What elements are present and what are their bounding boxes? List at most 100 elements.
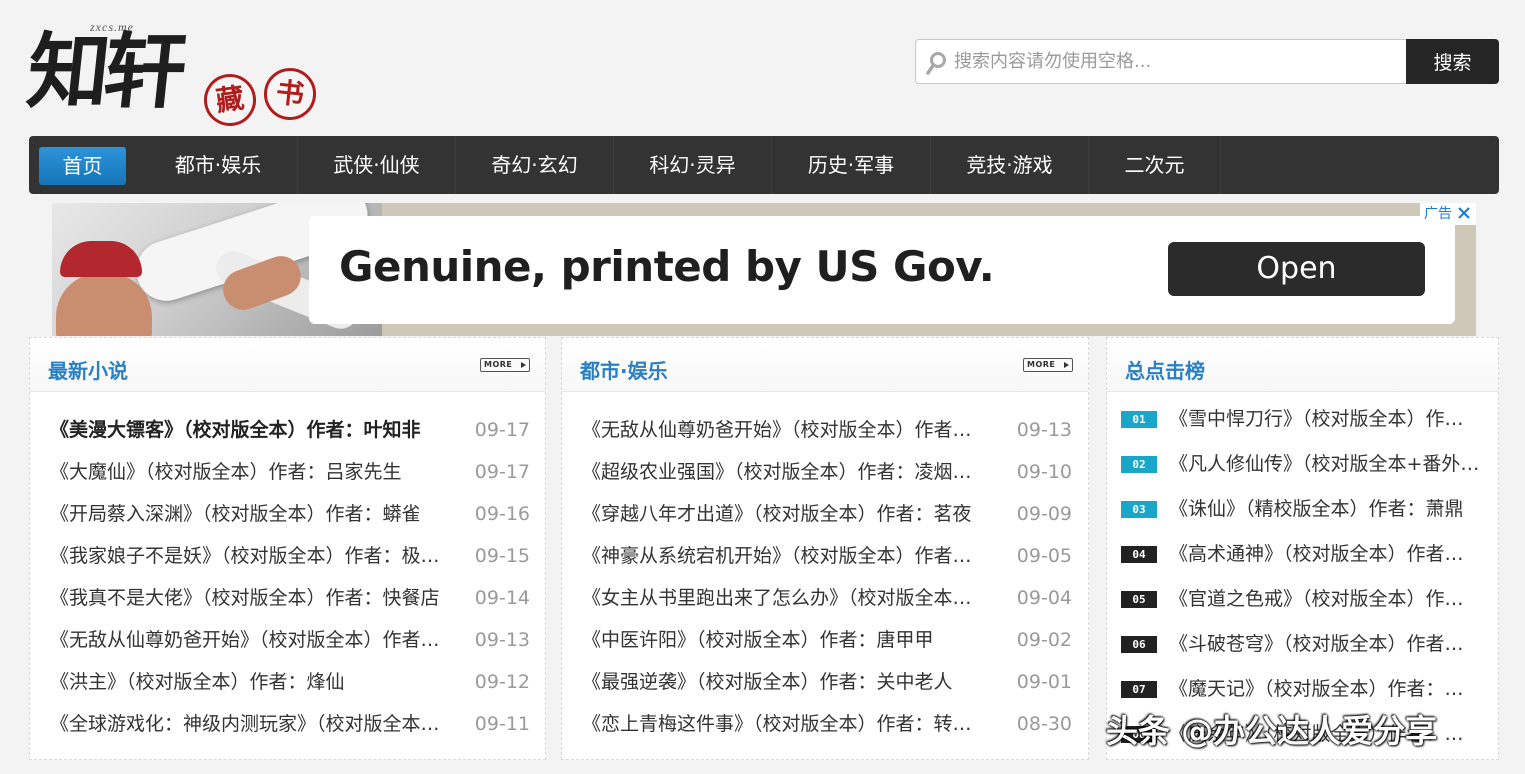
rank-item[interactable]: 06 《斗破苍穹》（校对版全本）作者… bbox=[1121, 627, 1491, 661]
rank-item-title: 《高术通神》（校对版全本）作者… bbox=[1169, 543, 1464, 565]
list-item[interactable]: 《全球游戏化：神级内测玩家》（校对版全本… 09-11 bbox=[50, 707, 530, 741]
item-title: 《全球游戏化：神级内测玩家》（校对版全本… bbox=[50, 713, 440, 735]
rank-item[interactable]: 02 《凡人修仙传》（校对版全本+番外… bbox=[1121, 447, 1491, 481]
item-date: 09-15 bbox=[474, 545, 530, 567]
rank-item-title: 《斗破苍穹》（校对版全本）作者… bbox=[1169, 633, 1464, 655]
rank-badge: 01 bbox=[1121, 411, 1157, 428]
nav-home[interactable]: 首页 bbox=[39, 147, 126, 185]
list-item[interactable]: 《开局蔡入深渊》（校对版全本）作者：蟒雀 09-16 bbox=[50, 497, 530, 531]
item-title: 《女主从书里跑出来了怎么办》（校对版全本… bbox=[582, 587, 972, 609]
logo-seal-1: 藏 bbox=[200, 70, 260, 130]
watermark: 头条 @办公达人爱分享 bbox=[1106, 712, 1438, 750]
rank-title: 总点击榜 bbox=[1125, 359, 1205, 383]
list-item[interactable]: 《中医许阳》（校对版全本）作者：唐甲甲 09-02 bbox=[582, 623, 1072, 657]
ad-card: Genuine, printed by US Gov. Open bbox=[309, 216, 1455, 324]
list-item[interactable]: 《女主从书里跑出来了怎么办》（校对版全本… 09-04 bbox=[582, 581, 1072, 615]
rank-item[interactable]: 03 《诛仙》（精校版全本）作者：萧鼎 bbox=[1121, 492, 1491, 526]
list-item[interactable]: 《最强逆袭》（校对版全本）作者：关中老人 09-01 bbox=[582, 665, 1072, 699]
list-item[interactable]: 《恋上青梅这件事》（校对版全本）作者：转… 08-30 bbox=[582, 707, 1072, 741]
item-date: 08-30 bbox=[1016, 713, 1072, 735]
list-item[interactable]: 《美漫大镖客》（校对版全本）作者：叶知非 09-17 bbox=[50, 413, 530, 447]
rank-item[interactable]: 05 《官道之色戒》（校对版全本）作… bbox=[1121, 582, 1491, 616]
item-title: 《洪主》（校对版全本）作者：烽仙 bbox=[50, 671, 345, 693]
item-date: 09-05 bbox=[1016, 545, 1072, 567]
close-icon[interactable] bbox=[1456, 205, 1472, 221]
nav-urban[interactable]: 都市·娱乐 bbox=[139, 136, 298, 194]
list-item[interactable]: 《神豪从系统宕机开始》（校对版全本）作者… 09-05 bbox=[582, 539, 1072, 573]
item-date: 09-12 bbox=[474, 671, 530, 693]
rank-item[interactable]: 01 《雪中悍刀行》（校对版全本）作… bbox=[1121, 402, 1491, 436]
list-item[interactable]: 《大魔仙》（校对版全本）作者：吕家先生 09-17 bbox=[50, 455, 530, 489]
rank-badge: 07 bbox=[1121, 681, 1157, 698]
rank-badge: 03 bbox=[1121, 501, 1157, 518]
ad-headline: Genuine, printed by US Gov. bbox=[339, 242, 995, 291]
rank-header: 总点击榜 bbox=[1107, 338, 1498, 392]
item-title: 《恋上青梅这件事》（校对版全本）作者：转… bbox=[582, 713, 972, 735]
rank-badge: 04 bbox=[1121, 546, 1157, 563]
list-item[interactable]: 《洪主》（校对版全本）作者：烽仙 09-12 bbox=[50, 665, 530, 699]
nav-fantasy[interactable]: 奇幻·玄幻 bbox=[456, 136, 614, 194]
item-title: 《无敌从仙尊奶爸开始》（校对版全本）作者… bbox=[50, 629, 440, 651]
item-title: 《超级农业强国》（校对版全本）作者：凌烟… bbox=[582, 461, 972, 483]
nav-scifi[interactable]: 科幻·灵异 bbox=[614, 136, 772, 194]
list-item[interactable]: 《我真不是大佬》（校对版全本）作者：快餐店 09-14 bbox=[50, 581, 530, 615]
item-title: 《开局蔡入深渊》（校对版全本）作者：蟒雀 bbox=[50, 503, 421, 525]
logo-seal-2: 书 bbox=[261, 65, 319, 123]
site-logo[interactable]: zxcs.me 知轩 藏 书 bbox=[23, 14, 328, 132]
ad-label: 广告 bbox=[1424, 206, 1452, 222]
nav-wuxia[interactable]: 武侠·仙侠 bbox=[298, 136, 456, 194]
rank-item-title: 《官道之色戒》（校对版全本）作… bbox=[1169, 588, 1464, 610]
rank-badge: 02 bbox=[1121, 456, 1157, 473]
item-date: 09-17 bbox=[474, 461, 530, 483]
list-item[interactable]: 《穿越八年才出道》（校对版全本）作者：茗夜 09-09 bbox=[582, 497, 1072, 531]
list-item[interactable]: 《我家娘子不是妖》（校对版全本）作者：极… 09-15 bbox=[50, 539, 530, 573]
item-date: 09-11 bbox=[474, 713, 530, 735]
ad-photo-person bbox=[56, 273, 152, 336]
item-date: 09-10 bbox=[1016, 461, 1072, 483]
logo-text: 知轩 bbox=[22, 24, 186, 120]
ad-open-button[interactable]: Open bbox=[1168, 242, 1425, 296]
item-date: 09-01 bbox=[1016, 671, 1072, 693]
item-title: 《中医许阳》（校对版全本）作者：唐甲甲 bbox=[582, 629, 934, 651]
nav-games[interactable]: 竞技·游戏 bbox=[931, 136, 1089, 194]
rank-item-title: 《魔天记》（校对版全本）作者：… bbox=[1169, 678, 1464, 700]
main-nav: 首页 都市·娱乐 武侠·仙侠 奇幻·玄幻 科幻·灵异 历史·军事 竞技·游戏 二… bbox=[29, 136, 1499, 194]
item-title: 《最强逆袭》（校对版全本）作者：关中老人 bbox=[582, 671, 953, 693]
item-title: 《穿越八年才出道》（校对版全本）作者：茗夜 bbox=[582, 503, 972, 525]
item-title: 《神豪从系统宕机开始》（校对版全本）作者… bbox=[582, 545, 972, 567]
search-box bbox=[915, 39, 1407, 84]
list-item[interactable]: 《无敌从仙尊奶爸开始》（校对版全本）作者… 09-13 bbox=[582, 413, 1072, 447]
latest-more-button[interactable]: MORE bbox=[480, 358, 530, 372]
item-date: 09-17 bbox=[474, 419, 530, 441]
rank-badge: 05 bbox=[1121, 591, 1157, 608]
item-date: 09-16 bbox=[474, 503, 530, 525]
nav-history[interactable]: 历史·军事 bbox=[772, 136, 931, 194]
search-bar: 搜索 bbox=[915, 39, 1499, 84]
rank-badge: 06 bbox=[1121, 636, 1157, 653]
urban-header: 都市·娱乐 MORE bbox=[562, 338, 1088, 392]
item-title: 《我家娘子不是妖》（校对版全本）作者：极… bbox=[50, 545, 440, 567]
search-button[interactable]: 搜索 bbox=[1406, 39, 1499, 84]
list-item[interactable]: 《无敌从仙尊奶爸开始》（校对版全本）作者… 09-13 bbox=[50, 623, 530, 657]
ad-banner[interactable]: Genuine, printed by US Gov. Open 广告 bbox=[52, 203, 1476, 336]
item-title: 《我真不是大佬》（校对版全本）作者：快餐店 bbox=[50, 587, 440, 609]
rank-item[interactable]: 04 《高术通神》（校对版全本）作者… bbox=[1121, 537, 1491, 571]
latest-title: 最新小说 bbox=[48, 359, 128, 383]
rank-panel: 总点击榜 01 《雪中悍刀行》（校对版全本）作… 02 《凡人修仙传》（校对版全本+… bbox=[1106, 337, 1499, 760]
search-icon bbox=[926, 52, 946, 75]
latest-panel: 最新小说 MORE 《美漫大镖客》（校对版全本）作者：叶知非 09-17 《大魔仙… bbox=[29, 337, 546, 760]
rank-item[interactable]: 07 《魔天记》（校对版全本）作者：… bbox=[1121, 672, 1491, 706]
item-title: 《无敌从仙尊奶爸开始》（校对版全本）作者… bbox=[582, 419, 972, 441]
list-item[interactable]: 《超级农业强国》（校对版全本）作者：凌烟… 09-10 bbox=[582, 455, 1072, 489]
item-date: 09-13 bbox=[474, 629, 530, 651]
rank-item-title: 《凡人修仙传》（校对版全本+番外… bbox=[1169, 453, 1480, 475]
item-date: 09-13 bbox=[1016, 419, 1072, 441]
ad-flag[interactable]: 广告 bbox=[1420, 203, 1476, 225]
urban-more-button[interactable]: MORE bbox=[1023, 358, 1073, 372]
item-title: 《美漫大镖客》（校对版全本）作者：叶知非 bbox=[50, 419, 421, 441]
rank-item-title: 《雪中悍刀行》（校对版全本）作… bbox=[1169, 408, 1464, 430]
item-date: 09-14 bbox=[474, 587, 530, 609]
search-input[interactable] bbox=[954, 40, 1402, 83]
latest-header: 最新小说 MORE bbox=[30, 338, 545, 392]
nav-acg[interactable]: 二次元 bbox=[1089, 136, 1221, 194]
